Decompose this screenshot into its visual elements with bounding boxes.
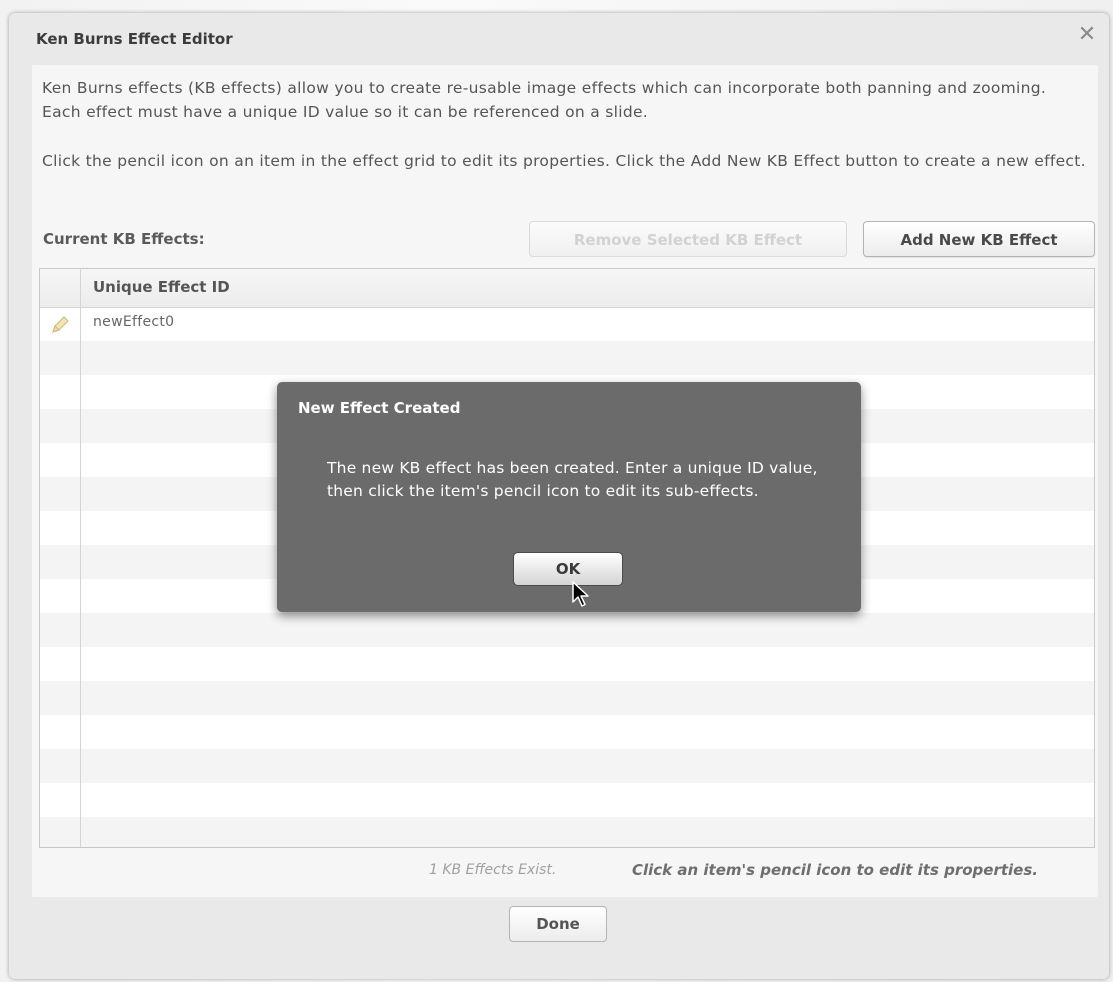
grid-header: Unique Effect ID	[40, 269, 1094, 308]
table-row-empty	[40, 613, 1094, 647]
unique-id-column-header[interactable]: Unique Effect ID	[93, 278, 230, 296]
grid-icon-column	[40, 307, 81, 847]
table-row-empty	[40, 681, 1094, 715]
ok-button[interactable]: OK	[513, 552, 623, 586]
grid-icon-column-header	[40, 269, 81, 307]
screen: Ken Burns Effect Editor ✕ Ken Burns effe…	[0, 0, 1113, 982]
add-new-effect-button[interactable]: Add New KB Effect	[863, 221, 1095, 257]
mouse-cursor-icon	[571, 580, 595, 610]
table-row[interactable]: newEffect0	[40, 307, 1094, 341]
dialog-title: Ken Burns Effect Editor	[36, 30, 233, 48]
table-row-empty	[40, 783, 1094, 817]
close-icon[interactable]: ✕	[1075, 23, 1099, 47]
table-row-empty	[40, 817, 1094, 847]
description-paragraph-2: Click the pencil icon on an item in the …	[42, 152, 1086, 170]
dialog-titlebar: Ken Burns Effect Editor ✕	[9, 13, 1109, 63]
table-row-empty	[40, 715, 1094, 749]
effect-id-cell[interactable]: newEffect0	[93, 314, 174, 330]
table-row-empty	[40, 341, 1094, 375]
remove-selected-effect-button[interactable]: Remove Selected KB Effect	[529, 221, 847, 257]
modal-title: New Effect Created	[298, 399, 461, 417]
description-paragraph-1: Ken Burns effects (KB effects) allow you…	[42, 79, 1047, 121]
done-button[interactable]: Done	[509, 906, 607, 942]
table-row-empty	[40, 647, 1094, 681]
new-effect-created-modal: New Effect Created The new KB effect has…	[277, 382, 861, 612]
table-row-empty	[40, 749, 1094, 783]
effects-count-status: 1 KB Effects Exist.	[429, 862, 557, 878]
current-effects-label: Current KB Effects:	[43, 230, 205, 248]
edit-hint-status: Click an item's pencil icon to edit its …	[632, 861, 1038, 879]
modal-message: The new KB effect has been created. Ente…	[327, 459, 818, 500]
